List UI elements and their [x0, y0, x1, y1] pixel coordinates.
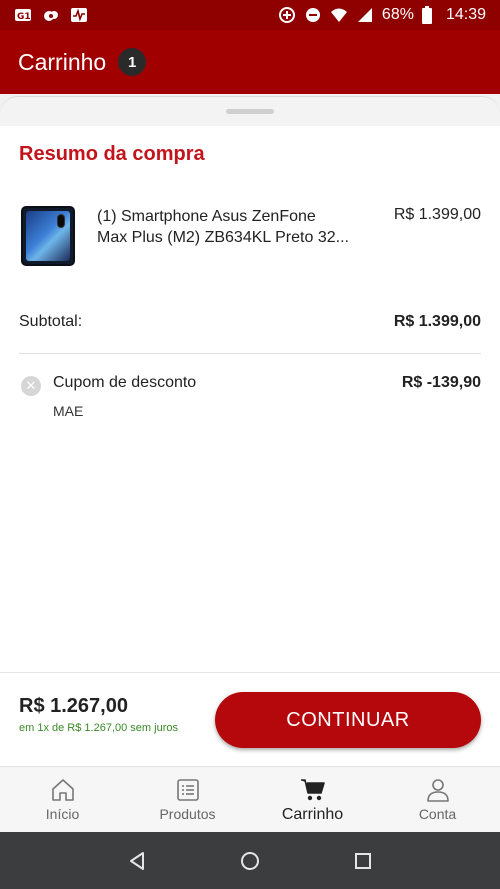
sim-icon: G1 — [15, 9, 31, 22]
coupon-label: Cupom de desconto — [53, 374, 197, 391]
product-price: R$ 1.399,00 — [393, 206, 481, 223]
drag-handle[interactable] — [226, 109, 274, 114]
cloud-icon — [44, 11, 58, 21]
home-icon — [51, 779, 74, 801]
checkout-footer: R$ 1.267,00 em 1x de R$ 1.267,00 sem jur… — [0, 672, 500, 766]
svg-text:G1: G1 — [17, 12, 31, 22]
nav-label-inicio: Início — [45, 806, 80, 822]
subtotal-value: R$ 1.399,00 — [393, 313, 481, 330]
battery-icon — [421, 6, 432, 24]
nav-item-produtos[interactable]: Produtos — [125, 767, 250, 832]
product-name-line-1: (1) Smartphone Asus ZenFone — [97, 208, 316, 225]
nav-label-produtos: Produtos — [159, 806, 216, 822]
system-nav-bar — [0, 832, 500, 889]
nav-item-carrinho[interactable]: Carrinho — [250, 767, 375, 832]
wifi-icon — [330, 8, 347, 22]
nav-item-inicio[interactable]: Início — [0, 767, 125, 832]
activity-icon — [71, 8, 87, 22]
installments-text: em 1x de R$ 1.267,00 sem juros — [19, 722, 178, 734]
phone-camera-graphic — [57, 214, 65, 228]
status-left-icons: G1 — [14, 7, 88, 23]
subtotal-row: Subtotal: R$ 1.399,00 — [19, 313, 481, 335]
signal-icon — [357, 8, 372, 22]
product-image — [21, 206, 75, 266]
data-saver-icon — [278, 7, 295, 23]
recents-icon[interactable] — [351, 849, 375, 873]
remove-coupon-icon[interactable]: ✕ — [21, 376, 41, 396]
page-title: Carrinho — [18, 48, 107, 75]
coupon-row: ✕ Cupom de desconto MAE R$ -139,90 — [19, 372, 481, 422]
bottom-nav: Início Produtos Carrinho Conta — [0, 766, 500, 832]
battery-percent: 68% — [381, 6, 414, 23]
app-header: Carrinho 1 — [0, 30, 500, 94]
product-name: (1) Smartphone Asus ZenFone Max Plus (M2… — [97, 206, 377, 248]
nav-item-conta[interactable]: Conta — [375, 767, 500, 832]
product-row[interactable]: (1) Smartphone Asus ZenFone Max Plus (M2… — [19, 204, 481, 270]
nav-label-conta: Conta — [418, 806, 457, 822]
cart-icon — [300, 779, 325, 801]
coupon-code: MAE — [53, 403, 84, 419]
section-title: Resumo da compra — [19, 143, 205, 165]
status-right-icons: 68% 14:39 — [278, 6, 486, 24]
list-icon — [176, 779, 199, 801]
product-name-line-2: Max Plus (M2) ZB634KL Preto 32... — [97, 229, 349, 246]
divider — [19, 353, 481, 354]
user-icon — [426, 779, 449, 802]
total-value: R$ 1.267,00 — [19, 695, 128, 717]
continue-button[interactable]: CONTINUAR — [215, 692, 481, 748]
home-circle-icon[interactable] — [238, 849, 262, 873]
coupon-discount-value: R$ -139,90 — [401, 374, 481, 391]
cart-count-badge: 1 — [118, 48, 147, 76]
subtotal-label: Subtotal: — [19, 313, 83, 330]
clock: 14:39 — [445, 6, 486, 23]
nav-label-carrinho: Carrinho — [281, 806, 344, 823]
do-not-disturb-icon — [305, 8, 320, 22]
back-icon[interactable] — [125, 849, 149, 873]
status-bar: G1 68% 14:39 — [0, 0, 500, 30]
